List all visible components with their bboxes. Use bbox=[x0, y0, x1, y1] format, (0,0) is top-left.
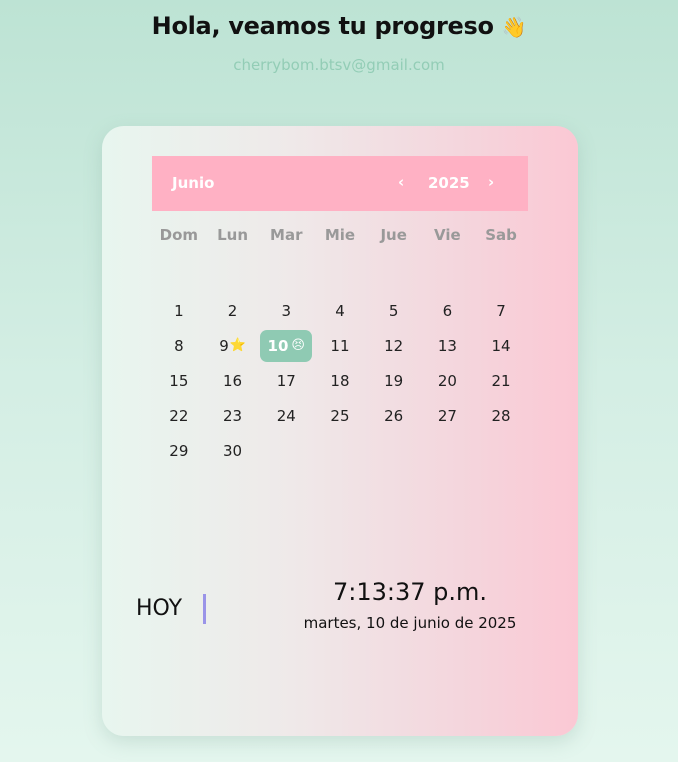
weekday-mar: Mar bbox=[270, 226, 303, 244]
day-cell-25[interactable]: 25 bbox=[313, 398, 367, 433]
day-number: 29 bbox=[169, 441, 189, 460]
day-cell-11[interactable]: 11 bbox=[313, 328, 367, 363]
weekday-lun: Lun bbox=[217, 226, 249, 244]
day-number: 21 bbox=[491, 371, 511, 390]
mood-sad-icon: 😣 bbox=[291, 338, 305, 353]
day-cell-30[interactable]: 30 bbox=[206, 433, 260, 468]
month-label: Junio bbox=[172, 174, 215, 192]
day-number: 2 bbox=[227, 301, 238, 320]
day-number: 20 bbox=[437, 371, 457, 390]
current-date: martes, 10 de junio de 2025 bbox=[303, 614, 517, 632]
day-cell-9[interactable]: 9 ⭐ bbox=[206, 328, 260, 363]
day-number: 6 bbox=[442, 301, 453, 320]
calendar-card: Junio ‹ 2025 › Dom Lun Mar Mie Jue Vie S… bbox=[102, 126, 578, 736]
day-cell-24[interactable]: 24 bbox=[259, 398, 313, 433]
day-cell-26[interactable]: 26 bbox=[367, 398, 421, 433]
day-cell-20[interactable]: 20 bbox=[421, 363, 475, 398]
day-cell-18[interactable]: 18 bbox=[313, 363, 367, 398]
waving-hand-icon: 👋 bbox=[501, 15, 527, 39]
empty-day-cell bbox=[313, 433, 367, 468]
current-time: 7:13:37 p.m. bbox=[332, 578, 488, 606]
greeting-text: Hola, veamos tu progreso bbox=[151, 12, 494, 40]
day-number: 28 bbox=[491, 406, 511, 425]
day-number: 23 bbox=[223, 406, 243, 425]
day-number: 3 bbox=[281, 301, 292, 320]
day-cell-12[interactable]: 12 bbox=[367, 328, 421, 363]
day-number: 26 bbox=[384, 406, 404, 425]
day-number: 15 bbox=[169, 371, 189, 390]
year-label: 2025 bbox=[428, 174, 470, 192]
day-number: 13 bbox=[437, 336, 457, 355]
page-title: Hola, veamos tu progreso 👋 bbox=[0, 12, 678, 40]
day-number: 19 bbox=[384, 371, 404, 390]
day-cell-10[interactable]: 10 😣 bbox=[259, 328, 313, 363]
day-cell-17[interactable]: 17 bbox=[259, 363, 313, 398]
day-cell-16[interactable]: 16 bbox=[206, 363, 260, 398]
day-number: 16 bbox=[223, 371, 243, 390]
day-cell-29[interactable]: 29 bbox=[152, 433, 206, 468]
empty-day-cell bbox=[259, 433, 313, 468]
day-number: 11 bbox=[330, 336, 350, 355]
day-number: 24 bbox=[276, 406, 296, 425]
day-cell-6[interactable]: 6 bbox=[421, 293, 475, 328]
user-email: cherrybom.btsv@gmail.com bbox=[233, 56, 445, 74]
day-number: 14 bbox=[491, 336, 511, 355]
weekday-jue: Jue bbox=[380, 226, 407, 244]
day-cell-13[interactable]: 13 bbox=[421, 328, 475, 363]
days-grid: 1 2 3 4 5 6 7 8 9 ⭐ 10 😣 11 12 13 14 15 16 17 18 19 20 21 22 23 2… bbox=[152, 293, 528, 468]
day-cell-2[interactable]: 2 bbox=[206, 293, 260, 328]
day-number: 10 bbox=[267, 336, 289, 355]
day-cell-5[interactable]: 5 bbox=[367, 293, 421, 328]
day-cell-28[interactable]: 28 bbox=[474, 398, 528, 433]
day-number: 4 bbox=[335, 301, 345, 320]
day-cell-23[interactable]: 23 bbox=[206, 398, 260, 433]
day-cell-3[interactable]: 3 bbox=[259, 293, 313, 328]
day-cell-8[interactable]: 8 bbox=[152, 328, 206, 363]
day-number: 22 bbox=[169, 406, 189, 425]
today-divider bbox=[203, 594, 206, 624]
day-number: 5 bbox=[388, 301, 399, 320]
weekday-dom: Dom bbox=[159, 226, 199, 244]
weekday-sab: Sab bbox=[485, 226, 517, 244]
empty-day-cell bbox=[421, 433, 475, 468]
day-number: 25 bbox=[330, 406, 350, 425]
day-number: 30 bbox=[223, 441, 243, 460]
today-label: HOY bbox=[136, 596, 183, 621]
day-cell-1[interactable]: 1 bbox=[152, 293, 206, 328]
day-number: 18 bbox=[330, 371, 350, 390]
next-year-button[interactable]: › bbox=[488, 173, 494, 191]
empty-day-cell bbox=[367, 433, 421, 468]
prev-year-button[interactable]: ‹ bbox=[398, 173, 404, 191]
day-number: 8 bbox=[174, 336, 184, 355]
selected-day[interactable]: 10 😣 bbox=[260, 329, 313, 362]
day-cell-15[interactable]: 15 bbox=[152, 363, 206, 398]
day-number: 1 bbox=[174, 301, 184, 320]
day-cell-22[interactable]: 22 bbox=[152, 398, 206, 433]
calendar-header: Junio ‹ 2025 › bbox=[152, 156, 528, 211]
day-number: 17 bbox=[276, 371, 296, 390]
empty-day-cell bbox=[474, 433, 528, 468]
day-cell-19[interactable]: 19 bbox=[367, 363, 421, 398]
weekday-vie: Vie bbox=[434, 226, 461, 244]
day-cell-21[interactable]: 21 bbox=[474, 363, 528, 398]
day-number: 12 bbox=[384, 336, 404, 355]
day-number: 27 bbox=[437, 406, 457, 425]
day-cell-27[interactable]: 27 bbox=[421, 398, 475, 433]
weekday-row: Dom Lun Mar Mie Jue Vie Sab bbox=[152, 226, 528, 248]
day-number: 9 bbox=[219, 336, 229, 355]
day-number: 7 bbox=[496, 301, 506, 320]
star-icon: ⭐ bbox=[229, 338, 246, 353]
day-cell-14[interactable]: 14 bbox=[474, 328, 528, 363]
day-cell-7[interactable]: 7 bbox=[474, 293, 528, 328]
day-cell-4[interactable]: 4 bbox=[313, 293, 367, 328]
weekday-mie: Mie bbox=[324, 226, 356, 244]
